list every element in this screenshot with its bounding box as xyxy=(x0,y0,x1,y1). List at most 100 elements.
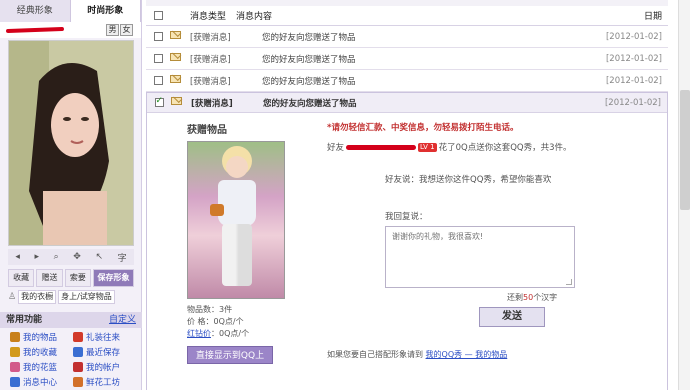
message-list-header: 消息类型 消息内容 日期 xyxy=(146,6,668,26)
gift-exchange-icon xyxy=(73,332,83,342)
message-content[interactable]: 您的好友向您赠送了物品 xyxy=(262,53,604,65)
avatar-panel: 经典形象 时尚形象 男 女 ◂ ▸ ⌕ ✥ ↖ 字 收藏 赠送 索要 保存形象 … xyxy=(0,0,142,390)
function-gift-exchange[interactable]: 礼装往来 xyxy=(73,331,136,343)
gift-price: 价 格：0Q点/个 xyxy=(187,317,244,326)
message-type: [获赠消息] xyxy=(190,32,231,43)
message-center-icon xyxy=(10,377,20,387)
closet-icon: ♙ xyxy=(8,292,17,302)
closet-row: ♙ 我的衣橱 身上/试穿物品 xyxy=(8,290,134,304)
avatar-toolbar: ◂ ▸ ⌕ ✥ ↖ 字 xyxy=(8,249,134,265)
function-my-favorites[interactable]: 我的收藏 xyxy=(10,346,73,358)
reply-input[interactable] xyxy=(392,232,568,241)
envelope-icon xyxy=(170,75,181,83)
my-items-icon xyxy=(10,332,20,342)
message-content[interactable]: 您的好友向您赠送了物品 xyxy=(262,75,604,87)
flower-workshop-icon xyxy=(73,377,83,387)
resize-grip[interactable] xyxy=(566,279,572,285)
recent-saves-icon xyxy=(73,347,83,357)
message-content[interactable]: 您的好友向您赠送了物品 xyxy=(262,31,604,43)
redacted-username xyxy=(5,26,65,34)
message-details: *请勿轻信汇款、中奖信息，勿轻易拨打陌生电话。 好友 LV 1 花了0Q点送你这… xyxy=(327,121,637,327)
account-icon xyxy=(73,362,83,372)
function-recent-saves[interactable]: 最近保存 xyxy=(73,346,136,358)
fraud-warning: *请勿轻信汇款、中奖信息，勿轻易拨打陌生电话。 xyxy=(327,123,519,133)
header-type: 消息类型 xyxy=(190,12,227,22)
gift-outfit-image[interactable] xyxy=(187,141,285,299)
reply-label: 我回复说： xyxy=(385,212,428,222)
male-button[interactable]: 男 xyxy=(106,24,119,36)
text-icon[interactable]: 字 xyxy=(118,251,127,264)
common-functions-header: 常用功能 自定义 xyxy=(0,312,142,328)
expanded-message-body: 获赠物品 物品数：3件 价 格：0Q点/个 红钻价：0Q点/个 直接显示到QQ上 xyxy=(147,113,667,390)
avatar-photo xyxy=(8,40,134,246)
gift-title: 获赠物品 xyxy=(187,125,227,136)
move-icon[interactable]: ✥ xyxy=(73,252,81,262)
red-diamond-price-link[interactable]: 红钻价 xyxy=(187,329,211,338)
row-checkbox[interactable] xyxy=(153,76,163,85)
pointer-icon[interactable]: ↖ xyxy=(95,252,103,262)
message-content: 您的好友向您赠送了物品 xyxy=(263,98,357,109)
message-date: [2012-01-02] xyxy=(604,97,661,108)
gift-button[interactable]: 赠送 xyxy=(36,269,63,287)
message-panel: 消息类型 消息内容 日期 [获赠消息] 您的好友向您赠送了物品 [2012-01… xyxy=(146,0,668,390)
tab-fashion-image[interactable]: 时尚形象 xyxy=(70,0,141,22)
friend-says: 好友说：我想送你这件QQ秀，希望你能喜欢 xyxy=(385,175,552,185)
expanded-message-header[interactable]: [获赠消息] 您的好友向您赠送了物品 [2012-01-02] xyxy=(147,93,667,113)
function-my-items[interactable]: 我的物品 xyxy=(10,331,73,343)
message-row[interactable]: [获赠消息] 您的好友向您赠送了物品 [2012-01-02] xyxy=(146,26,668,48)
customize-link[interactable]: 自定义 xyxy=(109,312,136,328)
message-row[interactable]: [获赠消息] 您的好友向您赠送了物品 [2012-01-02] xyxy=(146,48,668,70)
redacted-friend-name xyxy=(346,144,417,150)
gift-meta: 物品数：3件 价 格：0Q点/个 红钻价：0Q点/个 xyxy=(187,304,307,340)
flower-basket-icon xyxy=(10,362,20,372)
gender-toggle: 男 女 xyxy=(106,24,133,36)
row-checkbox[interactable] xyxy=(153,54,163,63)
tab-classic-image[interactable]: 经典形象 xyxy=(0,0,71,22)
function-my-account[interactable]: 我的帐户 xyxy=(73,361,136,373)
page-scrollbar[interactable] xyxy=(678,0,690,390)
collect-button[interactable]: 收藏 xyxy=(8,269,35,287)
gift-count: 物品数：3件 xyxy=(187,305,233,314)
message-date: [2012-01-02] xyxy=(605,75,662,86)
scroll-thumb[interactable] xyxy=(680,90,690,210)
header-date: 日期 xyxy=(643,12,662,22)
select-all-checkbox[interactable] xyxy=(153,11,163,20)
message-date: [2012-01-02] xyxy=(605,31,662,42)
user-bar: 男 女 xyxy=(0,22,141,38)
function-flower-workshop[interactable]: 鲜花工坊 xyxy=(73,376,136,388)
row-checkbox[interactable] xyxy=(153,32,163,41)
my-closet-button[interactable]: 我的衣橱 xyxy=(18,290,57,304)
common-functions-title: 常用功能 xyxy=(6,315,43,325)
expanded-message: [获赠消息] 您的好友向您赠送了物品 [2012-01-02] 获赠物品 物品数… xyxy=(146,92,668,390)
my-qqshow-link[interactable]: 我的QQ秀 — 我的物品 xyxy=(426,350,508,359)
envelope-open-icon xyxy=(171,97,182,105)
envelope-icon xyxy=(170,53,181,61)
level-badge: LV 1 xyxy=(418,142,437,152)
female-button[interactable]: 女 xyxy=(120,24,133,36)
message-type: [获赠消息] xyxy=(191,98,233,109)
function-my-flower-basket[interactable]: 我的花篮 xyxy=(10,361,73,373)
rotate-left-icon[interactable]: ◂ xyxy=(15,252,20,262)
gift-red-price: 红钻价：0Q点/个 xyxy=(187,329,250,338)
avatar-tabs: 经典形象 时尚形象 xyxy=(0,0,141,22)
message-row[interactable]: [获赠消息] 您的好友向您赠送了物品 [2012-01-02] xyxy=(146,70,668,92)
header-content: 消息内容 xyxy=(236,12,273,22)
friend-gift-line: 好友 LV 1 花了0Q点送你这套QQ秀，共3件。 xyxy=(327,142,572,153)
avatar-actions: 收藏 赠送 索要 保存形象 xyxy=(8,269,134,287)
show-on-qq-button[interactable]: 直接显示到QQ上 xyxy=(187,346,273,364)
page: 经典形象 时尚形象 男 女 ◂ ▸ ⌕ ✥ ↖ 字 收藏 赠送 索要 保存形象 … xyxy=(0,0,700,390)
send-button[interactable]: 发送 xyxy=(479,307,545,327)
zoom-icon[interactable]: ⌕ xyxy=(54,252,59,262)
function-message-center[interactable]: 消息中心 xyxy=(10,376,73,388)
row-checkbox-checked[interactable] xyxy=(154,96,164,107)
char-remaining: 还剩50个汉字 xyxy=(507,293,558,302)
envelope-icon xyxy=(170,31,181,39)
common-functions-list: 我的物品 礼装往来 我的收藏 最近保存 我的花篮 我的帐户 消息中心 鲜花工坊 xyxy=(10,331,136,388)
try-on-button[interactable]: 身上/试穿物品 xyxy=(58,290,115,304)
request-button[interactable]: 索要 xyxy=(64,269,92,287)
message-date: [2012-01-02] xyxy=(605,53,662,64)
message-type: [获赠消息] xyxy=(190,54,231,65)
save-image-button[interactable]: 保存形象 xyxy=(93,269,134,287)
rotate-right-icon[interactable]: ▸ xyxy=(34,252,39,262)
reply-textarea[interactable] xyxy=(385,226,575,288)
